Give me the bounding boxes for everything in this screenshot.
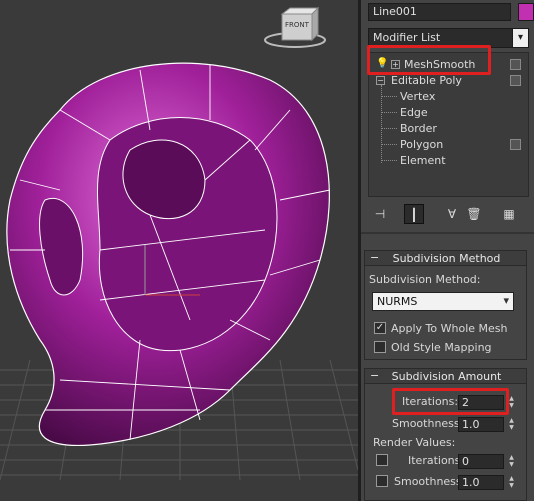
- chevron-down-icon[interactable]: ▾: [512, 28, 529, 48]
- subobject-label: Element: [400, 154, 446, 167]
- old-style-mapping-checkbox[interactable]: [374, 341, 386, 353]
- subobject-element[interactable]: Element: [369, 153, 528, 169]
- spinner-arrows-icon[interactable]: ▲ ▼: [507, 417, 516, 432]
- subobject-border[interactable]: Border: [369, 121, 528, 137]
- render-iterations-checkbox[interactable]: [376, 454, 388, 466]
- object-color-swatch[interactable]: [518, 3, 534, 21]
- viewcube-label[interactable]: FRONT: [282, 21, 312, 29]
- spinner-arrows-icon[interactable]: ▲ ▼: [507, 454, 516, 469]
- subobject-vertex[interactable]: Vertex: [369, 89, 528, 105]
- subobject-polygon[interactable]: Polygon: [369, 137, 528, 153]
- stack-item-toggle[interactable]: [510, 139, 521, 150]
- stack-item-toggle[interactable]: [510, 75, 521, 86]
- remove-modifier-icon[interactable]: 🗑: [464, 204, 484, 224]
- highlight-meshsmooth: [367, 45, 491, 75]
- rollout-subdivision-method[interactable]: − Subdivision Method: [364, 250, 527, 266]
- render-smoothness-spinner[interactable]: 1.0: [458, 475, 504, 490]
- smoothness-label: Smoothness:: [392, 417, 464, 430]
- separator: [361, 232, 534, 234]
- render-smoothness-checkbox[interactable]: [376, 475, 388, 487]
- subobject-label: Border: [400, 122, 437, 135]
- old-style-mapping-label: Old Style Mapping: [391, 341, 492, 354]
- render-values-label: Render Values:: [373, 436, 456, 449]
- subdivision-method-dropdown[interactable]: NURMS ▾: [372, 292, 514, 311]
- subobject-label: Edge: [400, 106, 428, 119]
- subobject-label: Polygon: [400, 138, 444, 151]
- smoothness-spinner[interactable]: 1.0: [458, 417, 504, 432]
- object-name-field[interactable]: Line001: [368, 3, 511, 21]
- subobject-edge[interactable]: Edge: [369, 105, 528, 121]
- apply-whole-mesh-checkbox[interactable]: ✓: [374, 322, 386, 334]
- stack-item-label: Editable Poly: [391, 74, 462, 87]
- spinner-arrows-icon[interactable]: ▲ ▼: [507, 475, 516, 490]
- stack-toolbar: ⊣ ┃ ∀ 🗑 ▦: [368, 202, 529, 226]
- pin-stack-icon[interactable]: ⊣: [370, 204, 390, 224]
- make-unique-icon[interactable]: ∀: [442, 204, 462, 224]
- render-iterations-spinner[interactable]: 0: [458, 454, 504, 469]
- render-smoothness-label: Smoothness:: [394, 475, 466, 488]
- subdivision-method-label: Subdivision Method:: [369, 273, 481, 286]
- collapse-icon[interactable]: −: [376, 76, 385, 85]
- rollout-subdivision-amount[interactable]: − Subdivision Amount: [364, 368, 527, 384]
- rollout-title: Subdivision Method: [392, 252, 501, 265]
- perspective-viewport[interactable]: FRONT: [0, 0, 358, 501]
- render-iterations-label: Iterations:: [408, 454, 465, 467]
- subobject-label: Vertex: [400, 90, 436, 103]
- apply-whole-mesh-label: Apply To Whole Mesh: [391, 322, 508, 335]
- stack-item-editable-poly[interactable]: − Editable Poly: [369, 73, 528, 89]
- chevron-down-icon: ▾: [503, 294, 509, 307]
- highlight-iterations: [392, 388, 509, 415]
- rollout-title: Subdivision Amount: [391, 370, 502, 383]
- command-panel: Line001 Modifier List ▾ 💡 + MeshSmooth −…: [361, 0, 534, 501]
- show-end-result-icon[interactable]: ┃: [404, 204, 424, 224]
- dropdown-value: NURMS: [377, 295, 418, 308]
- stack-item-toggle[interactable]: [510, 59, 521, 70]
- configure-sets-icon[interactable]: ▦: [499, 204, 519, 224]
